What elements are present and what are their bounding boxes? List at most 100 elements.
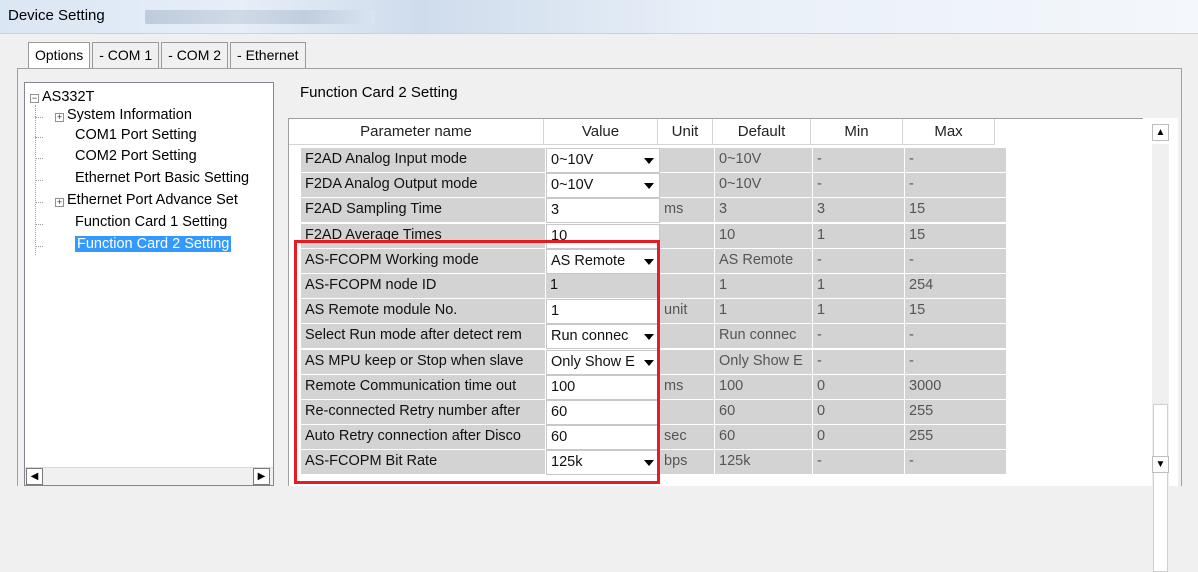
- scroll-thumb[interactable]: [1153, 404, 1168, 572]
- default-text: 60: [719, 428, 736, 444]
- parameter-text: AS-FCOPM Bit Rate: [305, 453, 438, 469]
- expand-icon[interactable]: +: [55, 198, 64, 207]
- tab-com-2[interactable]: - COM 2: [161, 42, 229, 68]
- value-cell[interactable]: 1: [546, 299, 660, 324]
- device-tree[interactable]: ◀ ▶ − AS332T + System Information COM1 Port …: [24, 82, 274, 486]
- column-header-default[interactable]: Default: [713, 119, 811, 145]
- value-cell: 1: [546, 274, 660, 299]
- value-cell[interactable]: 0~10V: [546, 148, 660, 173]
- max-text: 15: [909, 201, 926, 217]
- unit-cell: bps: [660, 450, 715, 475]
- table-row: AS-FCOPM Working mode AS Remote AS Remote -…: [301, 249, 1007, 274]
- column-header-parameter-name[interactable]: Parameter name: [289, 119, 544, 145]
- parameter-cell: AS-FCOPM Working mode: [301, 249, 546, 274]
- value-cell[interactable]: Run connec: [546, 324, 660, 349]
- tree-item-com2-port-setting[interactable]: COM2 Port Setting: [75, 148, 197, 164]
- value-cell[interactable]: 60: [546, 400, 660, 425]
- value-cell[interactable]: Only Show E: [546, 350, 660, 375]
- dropdown-arrow-icon[interactable]: [644, 158, 654, 164]
- unit-text: ms: [664, 378, 684, 394]
- dropdown-arrow-icon[interactable]: [644, 460, 654, 466]
- title-bar-blurred-area: [145, 10, 375, 24]
- default-text: AS Remote: [719, 252, 794, 268]
- tree-root[interactable]: AS332T: [42, 89, 94, 105]
- default-cell: 1: [715, 299, 813, 324]
- max-cell: 15: [905, 299, 1007, 324]
- value-text: 0~10V: [551, 177, 594, 193]
- default-cell: 1: [715, 274, 813, 299]
- max-text: 255: [909, 403, 934, 419]
- tree-item-label: System Information: [67, 107, 192, 123]
- tab-com-1[interactable]: - COM 1: [92, 42, 160, 68]
- max-cell: -: [905, 324, 1007, 349]
- expand-icon[interactable]: +: [55, 113, 64, 122]
- default-text: 10: [719, 227, 736, 243]
- value-text: AS Remote: [551, 253, 626, 269]
- tab-options[interactable]: Options: [28, 42, 91, 68]
- tree-item-com1-port-setting[interactable]: COM1 Port Setting: [75, 127, 197, 143]
- table-row: AS Remote module No. 1 unit 1 1 15: [301, 299, 1007, 324]
- scroll-left-icon[interactable]: ◀: [26, 468, 43, 485]
- table-row: F2AD Sampling Time 3 ms 3 3 15: [301, 198, 1007, 223]
- value-text: 60: [551, 429, 568, 445]
- dropdown-arrow-icon[interactable]: [644, 360, 654, 366]
- unit-text: bps: [664, 453, 688, 469]
- tree-item-ethernet-port-advance-set[interactable]: Ethernet Port Advance Set: [67, 192, 238, 208]
- value-cell[interactable]: 0~10V: [546, 173, 660, 198]
- tree-connector: [35, 202, 43, 203]
- tree-item-ethernet-port-basic-setting[interactable]: Ethernet Port Basic Setting: [75, 170, 249, 186]
- default-cell: 0~10V: [715, 148, 813, 173]
- unit-text: unit: [664, 302, 688, 318]
- parameter-text: AS-FCOPM node ID: [305, 277, 437, 293]
- parameter-grid: Parameter name Value Unit Default Min Max F2A…: [288, 118, 1178, 486]
- default-cell: 10: [715, 224, 813, 249]
- parameter-text: Remote Communication time out: [305, 378, 517, 394]
- min-text: 1: [817, 277, 826, 293]
- column-header-unit[interactable]: Unit: [658, 119, 713, 145]
- min-text: 3: [817, 201, 826, 217]
- dropdown-arrow-icon[interactable]: [644, 334, 654, 340]
- column-header-min[interactable]: Min: [811, 119, 903, 145]
- grid-vertical-scrollbar[interactable]: ▲ ▼: [1143, 118, 1178, 572]
- value-text: 125k: [551, 454, 583, 470]
- value-text: 0~10V: [551, 152, 594, 168]
- value-text: Run connec: [551, 328, 629, 344]
- min-text: 0: [817, 403, 826, 419]
- scroll-down-icon[interactable]: ▼: [1152, 456, 1169, 473]
- min-cell: -: [813, 350, 905, 375]
- window-title: Device Setting: [8, 7, 105, 24]
- column-header-max[interactable]: Max: [903, 119, 995, 145]
- max-cell: -: [905, 249, 1007, 274]
- value-cell[interactable]: 125k: [546, 450, 660, 475]
- dropdown-arrow-icon[interactable]: [644, 183, 654, 189]
- scroll-right-icon[interactable]: ▶: [253, 468, 270, 485]
- tree-item-function-card-1-setting[interactable]: Function Card 1 Setting: [75, 214, 227, 230]
- tab-strip: Options - COM 1- COM 2- Ethernet: [28, 42, 308, 68]
- value-cell[interactable]: 100: [546, 375, 660, 400]
- tree-horizontal-scrollbar[interactable]: ◀ ▶: [25, 467, 273, 485]
- dropdown-arrow-icon[interactable]: [644, 259, 654, 265]
- value-cell[interactable]: 60: [546, 425, 660, 450]
- table-row: F2AD Analog Input mode 0~10V 0~10V - -: [301, 148, 1007, 173]
- value-cell[interactable]: 10: [546, 224, 660, 249]
- table-row: Re-connected Retry number after 60 60 0 255: [301, 400, 1007, 425]
- parameter-text: Auto Retry connection after Disco: [305, 428, 521, 444]
- column-header-value[interactable]: Value: [544, 119, 658, 145]
- default-text: 1: [719, 302, 728, 318]
- scroll-up-icon[interactable]: ▲: [1152, 124, 1169, 141]
- default-text: 0~10V: [719, 151, 762, 167]
- max-cell: 255: [905, 400, 1007, 425]
- tab-ethernet[interactable]: - Ethernet: [230, 42, 306, 68]
- tree-item-system-information[interactable]: System Information: [67, 107, 192, 123]
- parameter-cell: AS-FCOPM Bit Rate: [301, 450, 546, 475]
- parameter-cell: Remote Communication time out: [301, 375, 546, 400]
- section-title: Function Card 2 Setting: [300, 84, 458, 101]
- tree-item-function-card-2-setting[interactable]: Function Card 2 Setting: [75, 236, 232, 252]
- unit-cell: unit: [660, 299, 715, 324]
- value-cell[interactable]: 3: [546, 198, 660, 223]
- min-cell: -: [813, 249, 905, 274]
- value-cell[interactable]: AS Remote: [546, 249, 660, 274]
- parameter-cell: Auto Retry connection after Disco: [301, 425, 546, 450]
- collapse-icon[interactable]: −: [30, 94, 39, 103]
- min-cell: 1: [813, 224, 905, 249]
